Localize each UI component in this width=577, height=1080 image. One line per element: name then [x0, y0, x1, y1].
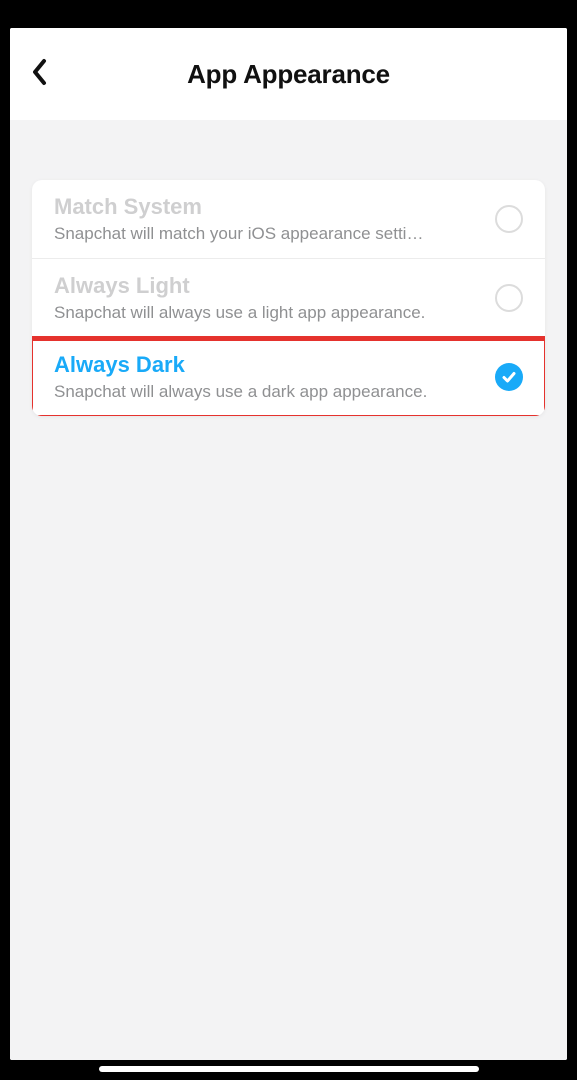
- device-frame: App Appearance Match System Snapchat wil…: [0, 0, 577, 1080]
- app-screen: App Appearance Match System Snapchat wil…: [10, 28, 567, 1060]
- option-text: Always Light Snapchat will always use a …: [54, 273, 495, 323]
- appearance-option-match-system[interactable]: Match System Snapchat will match your iO…: [32, 180, 545, 259]
- option-subtitle: Snapchat will always use a light app app…: [54, 303, 474, 323]
- appearance-option-always-dark[interactable]: Always Dark Snapchat will always use a d…: [32, 338, 545, 416]
- option-title: Always Dark: [54, 352, 483, 378]
- content-area: Match System Snapchat will match your iO…: [10, 120, 567, 1060]
- option-text: Always Dark Snapchat will always use a d…: [54, 352, 495, 402]
- radio-checked-icon: [495, 363, 523, 391]
- option-subtitle: Snapchat will always use a dark app appe…: [54, 382, 474, 402]
- radio-unchecked-icon: [495, 284, 523, 312]
- appearance-options-card: Match System Snapchat will match your iO…: [32, 180, 545, 416]
- home-indicator[interactable]: [99, 1066, 479, 1072]
- option-subtitle: Snapchat will match your iOS appearance …: [54, 224, 474, 244]
- chevron-left-icon: [30, 58, 50, 91]
- option-title: Always Light: [54, 273, 483, 299]
- radio-unchecked-icon: [495, 205, 523, 233]
- header-bar: App Appearance: [10, 28, 567, 120]
- option-title: Match System: [54, 194, 483, 220]
- back-button[interactable]: [26, 60, 54, 88]
- option-text: Match System Snapchat will match your iO…: [54, 194, 495, 244]
- appearance-option-always-light[interactable]: Always Light Snapchat will always use a …: [32, 259, 545, 338]
- page-title: App Appearance: [26, 59, 551, 90]
